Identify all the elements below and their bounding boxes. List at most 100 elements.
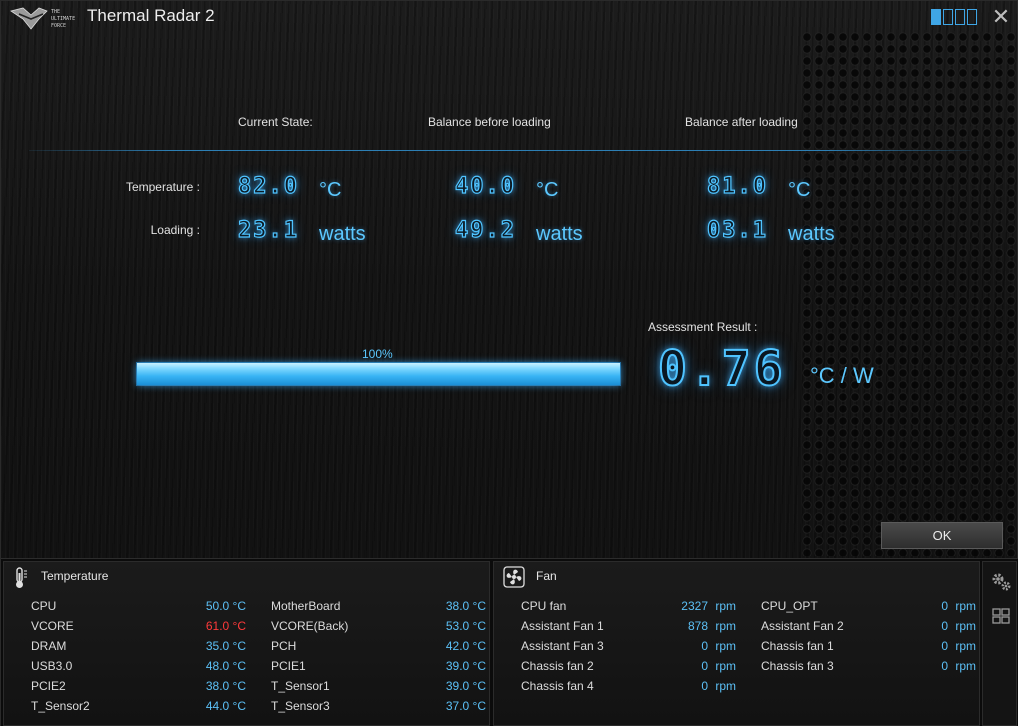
header-balance-after: Balance after loading [685, 115, 798, 129]
after-loading-value: 03.1 [706, 217, 768, 243]
logo-icon: THE ULTIMATE FORCE [10, 7, 75, 30]
fan-row: Chassis fan 3 0 rpm [761, 659, 976, 675]
side-toolbar [982, 561, 1017, 726]
temperature-row: T_Sensor1 39.0 °C [271, 679, 486, 695]
speaker-grille-texture [801, 31, 1017, 556]
temperature-row: VCORE(Back) 53.0 °C [271, 619, 486, 635]
fan-row: Assistant Fan 2 0 rpm [761, 619, 976, 635]
before-loading-unit: watts [536, 223, 583, 245]
temperature-row: PCIE2 38.0 °C [31, 679, 246, 695]
before-temperature-value: 40.0 [454, 173, 516, 199]
fan-name: CPU_OPT [761, 599, 818, 613]
fan-name: Chassis fan 2 [521, 659, 594, 673]
fan-row: Chassis fan 2 0 rpm [521, 659, 736, 675]
layout-option-1[interactable] [931, 9, 941, 25]
fan-speed: 0 [701, 659, 708, 673]
layout-option-2[interactable] [943, 9, 953, 25]
fan-speed: 2327 [681, 599, 708, 613]
assessment-unit: °C / W [810, 363, 874, 388]
gear-icon[interactable] [989, 570, 1013, 594]
temperature-row: CPU 50.0 °C [31, 599, 246, 615]
after-loading-unit: watts [788, 223, 835, 245]
before-temperature-unit: °C [536, 179, 559, 201]
sensor-name: T_Sensor1 [271, 679, 330, 693]
sensor-value: 38.0 °C [445, 599, 486, 613]
fan-name: Assistant Fan 1 [521, 619, 604, 633]
fan-panel: Fan CPU fan 2327 rpm CPU_OPT 0 rpm Assistant F… [493, 561, 980, 726]
svg-text:ULTIMATE: ULTIMATE [51, 16, 75, 22]
sensor-value: 61.0 °C [205, 619, 246, 633]
temperature-row: DRAM 35.0 °C [31, 639, 246, 655]
fan-row: Chassis fan 1 0 rpm [761, 639, 976, 655]
thermal-radar-window: THE ULTIMATE FORCE Thermal Radar 2 ✕ Cur… [0, 0, 1018, 726]
sensor-name: T_Sensor3 [271, 699, 330, 713]
fan-unit: rpm [715, 679, 736, 693]
fan-speed: 0 [701, 679, 708, 693]
sensor-name: VCORE(Back) [271, 619, 349, 633]
sensor-value: 37.0 °C [445, 699, 486, 713]
fan-unit: rpm [715, 659, 736, 673]
sensor-name: PCIE2 [31, 679, 66, 693]
assessment-value: 0.76 [657, 340, 786, 398]
sensor-name: CPU [31, 599, 57, 613]
fan-speed: 0 [941, 639, 948, 653]
after-temperature-value: 81.0 [706, 173, 768, 199]
svg-text:FORCE: FORCE [51, 23, 66, 29]
sensor-name: PCIE1 [271, 659, 306, 673]
fan-speed: 0 [941, 599, 948, 613]
temperature-row: VCORE 61.0 °C [31, 619, 246, 635]
fan-speed: 0 [701, 639, 708, 653]
sensor-name: PCH [271, 639, 297, 653]
fan-unit: rpm [955, 659, 976, 673]
temperature-row: MotherBoard 38.0 °C [271, 599, 486, 615]
fan-row: Assistant Fan 1 878 rpm [521, 619, 736, 635]
current-loading-unit: watts [319, 223, 366, 245]
ok-button[interactable]: OK [881, 522, 1003, 549]
temperature-row: T_Sensor3 37.0 °C [271, 699, 486, 715]
fan-name: Chassis fan 3 [761, 659, 834, 673]
temperature-row-label: Temperature : [125, 180, 200, 194]
header-separator [29, 150, 971, 151]
fan-unit: rpm [715, 619, 736, 633]
layout-option-4[interactable] [967, 9, 977, 25]
progress-percent-label: 100% [362, 347, 393, 361]
sensor-value: 39.0 °C [445, 659, 486, 673]
fan-name: Assistant Fan 2 [761, 619, 844, 633]
fan-name: Chassis fan 4 [521, 679, 594, 693]
sensor-value: 48.0 °C [205, 659, 246, 673]
current-loading-value: 23.1 [237, 217, 299, 243]
fan-row: Assistant Fan 3 0 rpm [521, 639, 736, 655]
assessment-label: Assessment Result : [648, 320, 758, 334]
temperature-row: USB3.0 48.0 °C [31, 659, 246, 675]
before-loading-value: 49.2 [454, 217, 516, 243]
fan-name: Assistant Fan 3 [521, 639, 604, 653]
sensor-name: VCORE [31, 619, 74, 633]
sensor-value: 44.0 °C [205, 699, 246, 713]
current-temperature-unit: °C [319, 179, 342, 201]
fan-unit: rpm [955, 619, 976, 633]
header-balance-before: Balance before loading [428, 115, 551, 129]
progress-bar-fill [137, 363, 620, 385]
sensor-name: USB3.0 [31, 659, 73, 673]
sensor-name: MotherBoard [271, 599, 341, 613]
monitor-panels: Temperature CPU 50.0 °C MotherBoard 38.0 °C… [1, 558, 1018, 726]
fan-unit: rpm [955, 639, 976, 653]
fan-row: CPU_OPT 0 rpm [761, 599, 976, 615]
current-temperature-value: 82.0 [237, 173, 299, 199]
sensor-value: 39.0 °C [445, 679, 486, 693]
layout-option-3[interactable] [955, 9, 965, 25]
fan-name: CPU fan [521, 599, 567, 613]
layout-switch-icon[interactable] [931, 9, 977, 25]
thermometer-icon [16, 567, 27, 588]
loading-row-label: Loading : [150, 223, 200, 237]
title-bar: THE ULTIMATE FORCE Thermal Radar 2 ✕ [1, 1, 1018, 35]
sensor-value: 50.0 °C [205, 599, 246, 613]
temperature-row: PCIE1 39.0 °C [271, 659, 486, 675]
fan-row: CPU fan 2327 rpm [521, 599, 736, 615]
temperature-row: T_Sensor2 44.0 °C [31, 699, 246, 715]
fan-name: Chassis fan 1 [761, 639, 834, 653]
grid-icon[interactable] [989, 604, 1013, 628]
fan-unit: rpm [955, 599, 976, 613]
close-icon[interactable]: ✕ [991, 6, 1011, 28]
fan-speed: 0 [941, 619, 948, 633]
